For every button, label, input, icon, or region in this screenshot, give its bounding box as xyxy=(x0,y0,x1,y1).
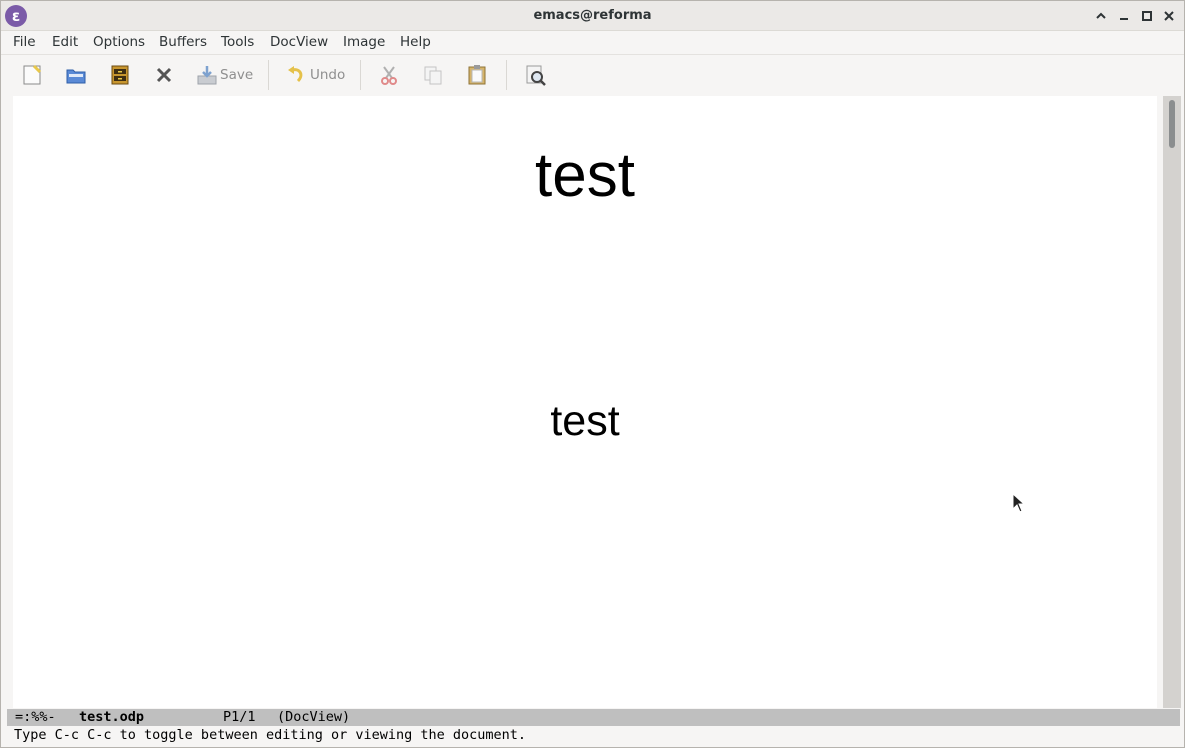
emacs-window: ε emacs@reforma File Edit Options Buffer… xyxy=(0,0,1185,748)
scissors-icon[interactable] xyxy=(378,64,400,86)
toolbar-separator xyxy=(506,60,507,90)
chevron-up-icon[interactable] xyxy=(1091,6,1111,26)
undo-icon[interactable] xyxy=(285,64,307,86)
magnifier-icon[interactable] xyxy=(525,64,547,86)
menu-options[interactable]: Options xyxy=(93,31,145,55)
echo-area: Type C-c C-c to toggle between editing o… xyxy=(14,727,527,743)
slide-body-text: test xyxy=(550,397,620,445)
menu-bar: File Edit Options Buffers Tools DocView … xyxy=(1,31,1184,55)
slide-title-text: test xyxy=(535,141,635,210)
menu-file[interactable]: File xyxy=(13,31,36,55)
toolbar-separator xyxy=(268,60,269,90)
modeline-position: P1/1 xyxy=(223,709,256,725)
toolbar-separator xyxy=(360,60,361,90)
minimize-icon[interactable] xyxy=(1114,6,1134,26)
modeline-major-mode[interactable]: (DocView) xyxy=(277,709,350,726)
window-title: emacs@reforma xyxy=(533,8,652,23)
modeline-status: =:%%- xyxy=(15,709,56,725)
scrollbar-thumb[interactable] xyxy=(1169,100,1175,148)
menu-tools[interactable]: Tools xyxy=(221,31,254,55)
undo-button[interactable]: Undo xyxy=(310,63,345,87)
menu-edit[interactable]: Edit xyxy=(52,31,78,55)
file-cabinet-icon[interactable] xyxy=(109,64,131,86)
close-icon[interactable] xyxy=(153,64,175,86)
close-window-icon[interactable] xyxy=(1159,6,1179,26)
title-bar: ε emacs@reforma xyxy=(1,1,1184,31)
menu-buffers[interactable]: Buffers xyxy=(159,31,207,55)
left-fringe xyxy=(1,96,13,708)
mode-line[interactable]: =:%%- test.odp P1/1 (DocView) xyxy=(7,709,1180,726)
document-view[interactable]: test test xyxy=(13,96,1157,708)
menu-image[interactable]: Image xyxy=(343,31,385,55)
mouse-pointer-icon xyxy=(1012,492,1026,513)
save-icon[interactable] xyxy=(196,64,218,86)
menu-help[interactable]: Help xyxy=(400,31,431,55)
save-button[interactable]: Save xyxy=(220,63,253,87)
modeline-buffer-name[interactable]: test.odp xyxy=(79,709,144,726)
tool-bar: Save Undo xyxy=(1,55,1184,95)
paste-icon[interactable] xyxy=(466,64,488,86)
menu-docview[interactable]: DocView xyxy=(270,31,328,55)
open-folder-icon[interactable] xyxy=(65,64,87,86)
copy-icon[interactable] xyxy=(422,64,444,86)
new-file-icon[interactable] xyxy=(21,64,43,86)
maximize-icon[interactable] xyxy=(1137,6,1157,26)
vertical-scrollbar[interactable] xyxy=(1163,96,1181,708)
